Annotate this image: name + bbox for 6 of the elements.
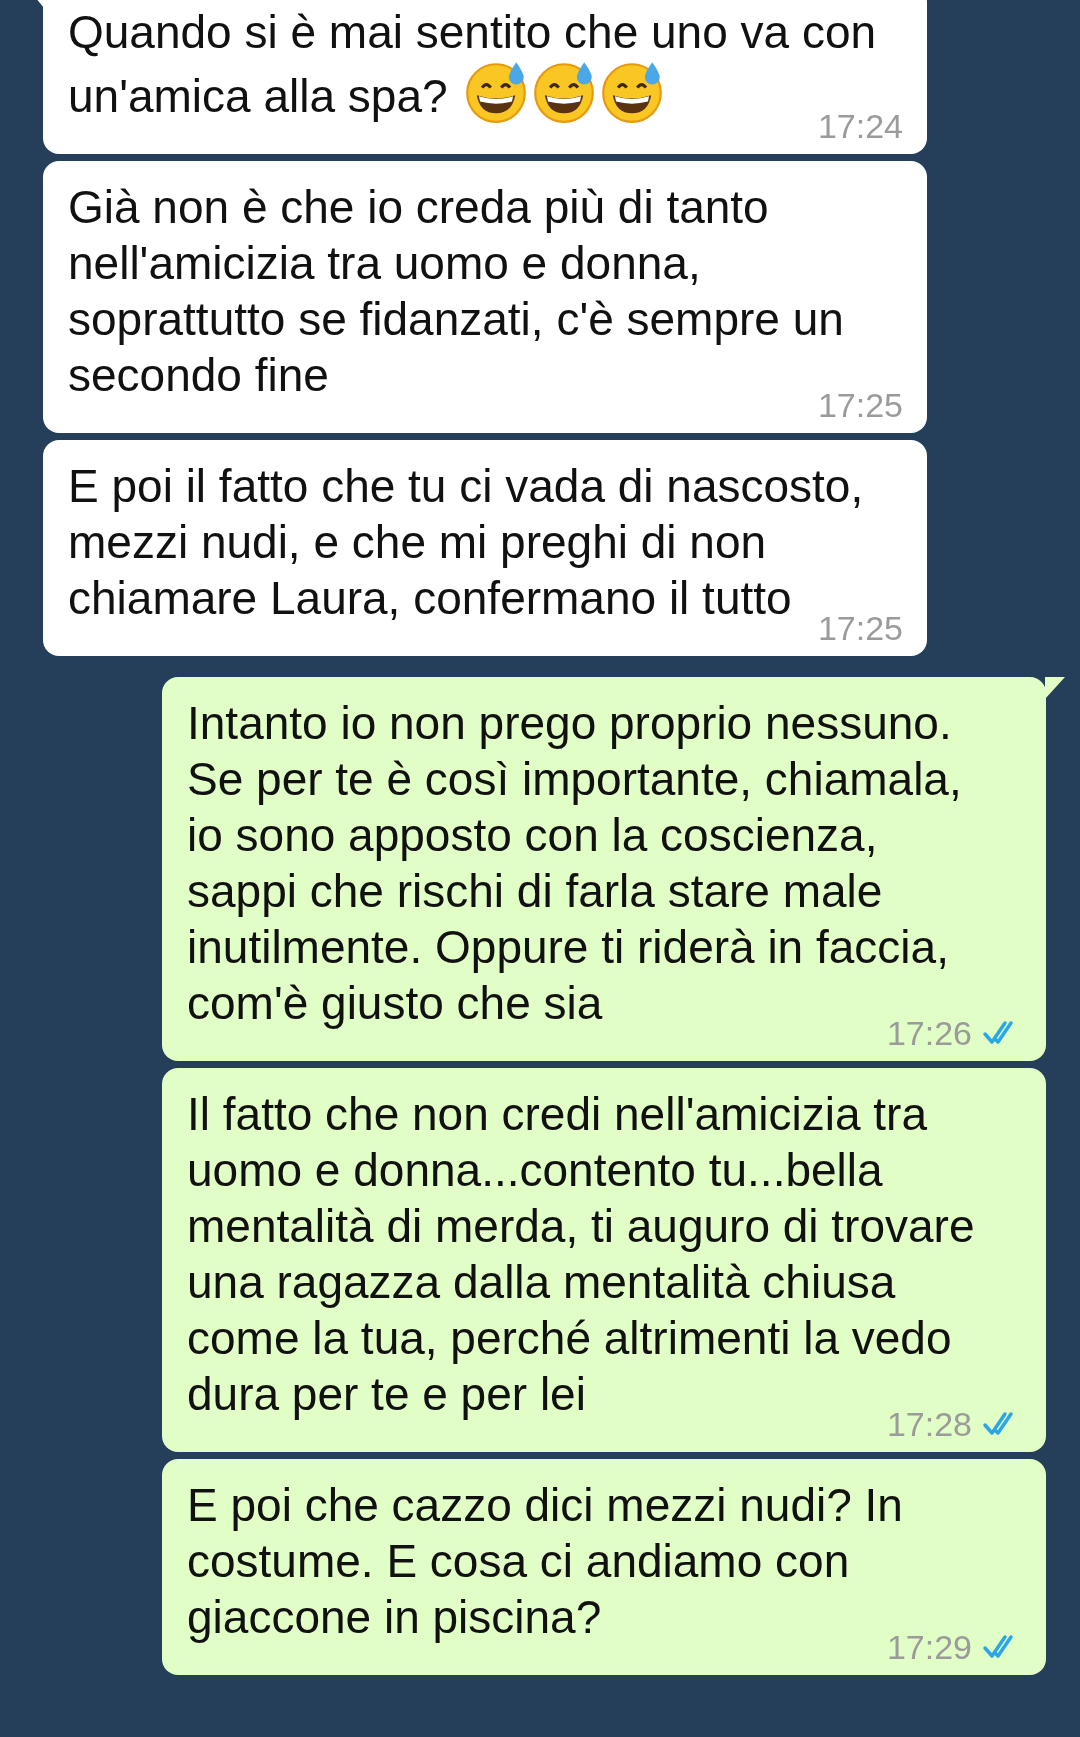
grinning-sweat-emoji [599,60,664,124]
message-text: Quando si è mai sentito che uno va con [68,5,878,60]
grinning-sweat-emoji [531,60,596,124]
grinning-sweat-emoji [463,60,528,124]
message-time: 17:24 [817,106,903,146]
message-text: un'amica alla spa? [68,70,448,122]
